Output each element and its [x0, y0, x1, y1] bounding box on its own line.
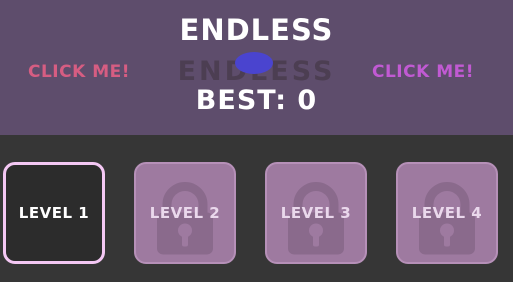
level-4-button[interactable]: LEVEL 4 — [396, 162, 498, 264]
level-3-button[interactable]: LEVEL 3 — [265, 162, 367, 264]
endless-panel: ENDLESS ENDLESS CLICK ME! CLICK ME! BEST… — [0, 0, 513, 135]
best-score: BEST: 0 — [195, 85, 318, 116]
level-2-label: LEVEL 2 — [149, 204, 221, 222]
endless-title: ENDLESS — [179, 13, 334, 47]
level-1-button[interactable]: LEVEL 1 — [3, 162, 105, 264]
level-1-label: LEVEL 1 — [18, 204, 90, 222]
level-3-label: LEVEL 3 — [280, 204, 352, 222]
level-2-button[interactable]: LEVEL 2 — [134, 162, 236, 264]
level-select-row: LEVEL 1 LEVEL 2 LEVEL 3 LEVEL 4 — [0, 162, 513, 266]
click-me-left-button[interactable]: CLICK ME! — [28, 60, 130, 84]
level-4-label: LEVEL 4 — [411, 204, 483, 222]
blue-blob-icon[interactable] — [235, 52, 273, 74]
click-me-right-button[interactable]: CLICK ME! — [372, 60, 474, 84]
